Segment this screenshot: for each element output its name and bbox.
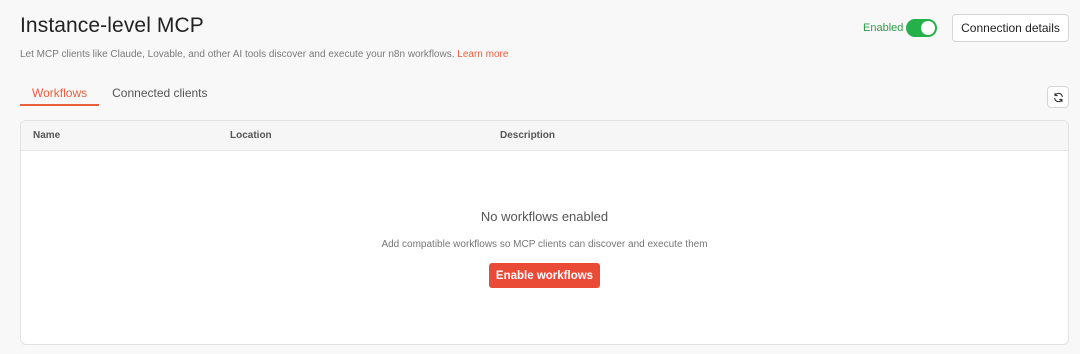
page-subtitle: Let MCP clients like Claude, Lovable, an… [20, 49, 508, 60]
mcp-enabled-toggle[interactable] [906, 19, 937, 37]
empty-state-description: Add compatible workflows so MCP clients … [381, 239, 708, 250]
page-title: Instance-level MCP [20, 14, 204, 37]
subtitle-text: Let MCP clients like Claude, Lovable, an… [20, 49, 455, 60]
tab-connected-clients[interactable]: Connected clients [100, 86, 219, 106]
tab-bar: Workflows Connected clients [20, 86, 220, 106]
table-header: Name Location Description [21, 121, 1068, 151]
refresh-icon [1053, 92, 1063, 102]
column-header-location: Location [230, 130, 272, 141]
refresh-button[interactable] [1047, 86, 1069, 108]
enable-workflows-button[interactable]: Enable workflows [489, 263, 600, 288]
empty-state-title: No workflows enabled [480, 209, 609, 224]
learn-more-link[interactable]: Learn more [457, 49, 508, 60]
column-header-name: Name [33, 130, 61, 141]
column-header-description: Description [500, 130, 556, 141]
workflows-table: Name Location Description No workflows e… [20, 120, 1069, 345]
enabled-label: Enabled [863, 22, 904, 34]
toggle-knob [921, 21, 935, 35]
connection-details-button[interactable]: Connection details [952, 14, 1069, 42]
tab-workflows[interactable]: Workflows [20, 86, 100, 106]
mcp-settings-page: Instance-level MCP Let MCP clients like … [0, 0, 1080, 354]
